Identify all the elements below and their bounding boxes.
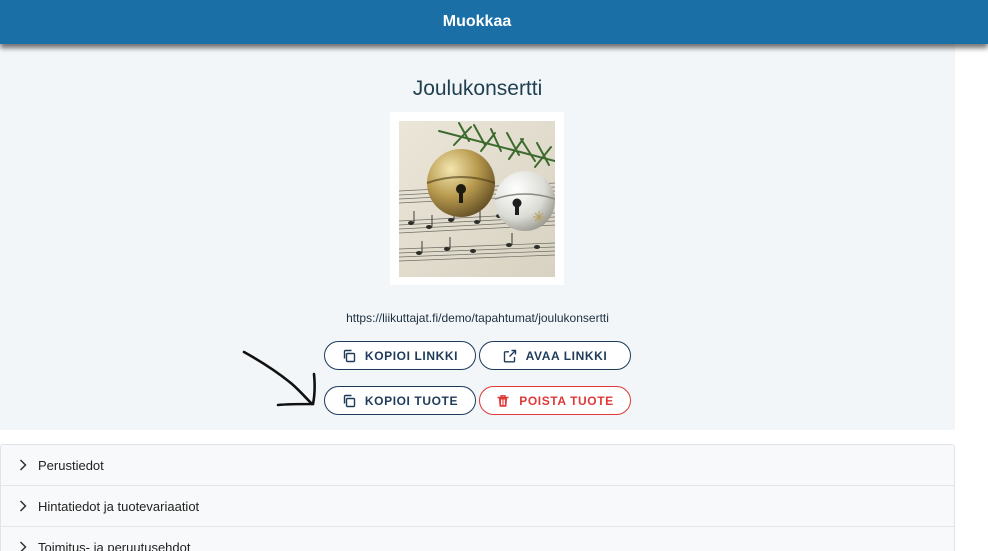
accordion-label: Toimitus- ja peruutusehdot	[38, 539, 191, 551]
copy-product-label: KOPIOI TUOTE	[364, 393, 459, 408]
accordion-item-pricing[interactable]: Hintatiedot ja tuotevariaatiot	[1, 486, 954, 527]
copy-product-button[interactable]: KOPIOI TUOTE	[324, 386, 476, 415]
copy-link-label: KOPIOI LINKKI	[364, 348, 459, 363]
header-title: Muokkaa	[442, 13, 512, 30]
accordion-item-basic-info[interactable]: Perustiedot	[1, 445, 954, 486]
copy-icon	[343, 394, 356, 407]
trash-icon	[497, 394, 509, 407]
external-link-icon	[503, 349, 516, 362]
accordion-label: Perustiedot	[38, 457, 104, 473]
chevron-right-icon	[19, 541, 27, 551]
chevron-right-icon	[19, 459, 27, 471]
copy-icon	[343, 349, 356, 362]
chevron-right-icon	[19, 500, 27, 512]
product-link-url: https://liikuttajat.fi/demo/tapahtumat/j…	[346, 311, 609, 325]
product-image-photo	[399, 121, 555, 277]
open-link-label: AVAA LINKKI	[525, 348, 608, 363]
copy-link-button[interactable]: KOPIOI LINKKI	[324, 341, 476, 370]
product-panel: Joulukonsertti https://liikuttajat.fi/de…	[0, 44, 955, 430]
accordion-label: Hintatiedot ja tuotevariaatiot	[38, 498, 200, 514]
delete-product-button[interactable]: POISTA TUOTE	[479, 386, 631, 415]
header-bar: Muokkaa	[0, 0, 988, 44]
product-image	[390, 112, 564, 285]
open-link-button[interactable]: AVAA LINKKI	[479, 341, 631, 370]
product-sections-accordion: Perustiedot Hintatiedot ja tuotevariaati…	[0, 444, 955, 551]
hand-drawn-arrow	[242, 350, 316, 407]
product-title: Joulukonsertti	[412, 77, 543, 100]
delete-product-label: POISTA TUOTE	[519, 393, 614, 408]
accordion-item-delivery-terms[interactable]: Toimitus- ja peruutusehdot	[1, 527, 954, 551]
